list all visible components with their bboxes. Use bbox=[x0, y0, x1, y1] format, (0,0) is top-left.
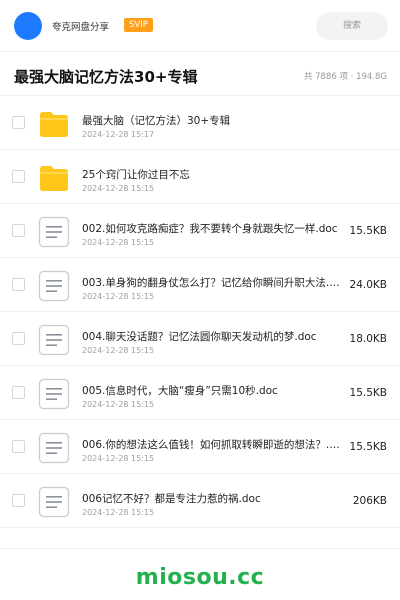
svip-badge: SVIP bbox=[124, 18, 153, 32]
file-date: 2024-12-28 15:15 bbox=[82, 238, 155, 247]
document-icon bbox=[38, 216, 70, 248]
brand-name: 夸克网盘分享 bbox=[52, 22, 110, 33]
file-size: 206KB bbox=[352, 495, 387, 507]
file-name: 最强大脑（记忆方法）30+专辑 bbox=[82, 115, 231, 127]
folder-summary: 共 7886 项 · 194.8G bbox=[303, 72, 387, 82]
file-date: 2024-12-28 15:15 bbox=[82, 292, 155, 301]
file-size: 18.0KB bbox=[349, 333, 387, 345]
folder-icon bbox=[40, 166, 68, 191]
list-item[interactable]: 25个窍门让你过目不忘 2024-12-28 15:15 bbox=[0, 150, 400, 204]
file-name: 006记忆不好？都是专注力惹的祸.doc bbox=[82, 493, 261, 505]
list-item[interactable]: 002.如何攻克路痴症？我不要转个身就跟失忆一样.doc 2024-12-28 … bbox=[0, 204, 400, 258]
header: 夸克网盘分享 SVIP 搜索 bbox=[0, 0, 400, 52]
checkbox[interactable] bbox=[12, 494, 25, 507]
footer: miosou.cc bbox=[0, 548, 400, 600]
page-title: 最强大脑记忆方法30+专辑 bbox=[14, 68, 198, 86]
document-icon bbox=[38, 378, 70, 410]
checkbox[interactable] bbox=[12, 224, 25, 237]
file-size: 24.0KB bbox=[349, 279, 387, 291]
list-item[interactable]: 006.你的想法这么值钱！如何抓取转瞬即逝的想法？.doc 2024-12-28… bbox=[0, 420, 400, 474]
file-size: 15.5KB bbox=[349, 441, 387, 453]
checkbox[interactable] bbox=[12, 332, 25, 345]
file-date: 2024-12-28 15:15 bbox=[82, 400, 155, 409]
file-name: 003.单身狗的翻身仗怎么打？记忆给你瞬间升职大法.doc bbox=[82, 277, 340, 289]
list-item[interactable]: 004.聊天没话题？记忆法圆你聊天发动机的梦.doc 2024-12-28 15… bbox=[0, 312, 400, 366]
file-date: 2024-12-28 15:15 bbox=[82, 346, 155, 355]
file-name: 004.聊天没话题？记忆法圆你聊天发动机的梦.doc bbox=[82, 331, 317, 343]
file-date: 2024-12-28 15:17 bbox=[82, 130, 155, 139]
file-size: 15.5KB bbox=[349, 225, 387, 237]
avatar[interactable] bbox=[14, 12, 42, 40]
list-item[interactable]: 最强大脑（记忆方法）30+专辑 2024-12-28 15:17 bbox=[0, 96, 400, 150]
file-list: 最强大脑（记忆方法）30+专辑 2024-12-28 15:17 25个窍门让你… bbox=[0, 96, 400, 528]
folder-title-row: 最强大脑记忆方法30+专辑 共 7886 项 · 194.8G bbox=[0, 52, 400, 96]
folder-icon bbox=[40, 112, 68, 137]
list-item[interactable]: 006记忆不好？都是专注力惹的祸.doc 2024-12-28 15:15 20… bbox=[0, 474, 400, 528]
file-date: 2024-12-28 15:15 bbox=[82, 184, 155, 193]
file-name: 005.信息时代，大脑“瘦身”只需10秒.doc bbox=[82, 385, 278, 397]
watermark-text: miosou.cc bbox=[135, 565, 265, 590]
file-date: 2024-12-28 15:15 bbox=[82, 454, 155, 463]
document-icon bbox=[38, 486, 70, 518]
file-date: 2024-12-28 15:15 bbox=[82, 508, 155, 517]
file-name: 002.如何攻克路痴症？我不要转个身就跟失忆一样.doc bbox=[82, 223, 338, 235]
checkbox[interactable] bbox=[12, 170, 25, 183]
search-button[interactable]: 搜索 bbox=[316, 12, 388, 40]
document-icon bbox=[38, 324, 70, 356]
checkbox[interactable] bbox=[12, 386, 25, 399]
file-size: 15.5KB bbox=[349, 387, 387, 399]
list-item[interactable]: 003.单身狗的翻身仗怎么打？记忆给你瞬间升职大法.doc 2024-12-28… bbox=[0, 258, 400, 312]
document-icon bbox=[38, 270, 70, 302]
file-name: 006.你的想法这么值钱！如何抓取转瞬即逝的想法？.doc bbox=[82, 439, 340, 451]
list-item[interactable]: 005.信息时代，大脑“瘦身”只需10秒.doc 2024-12-28 15:1… bbox=[0, 366, 400, 420]
checkbox[interactable] bbox=[12, 116, 25, 129]
document-icon bbox=[38, 432, 70, 464]
checkbox[interactable] bbox=[12, 278, 25, 291]
checkbox[interactable] bbox=[12, 440, 25, 453]
file-name: 25个窍门让你过目不忘 bbox=[82, 169, 190, 181]
